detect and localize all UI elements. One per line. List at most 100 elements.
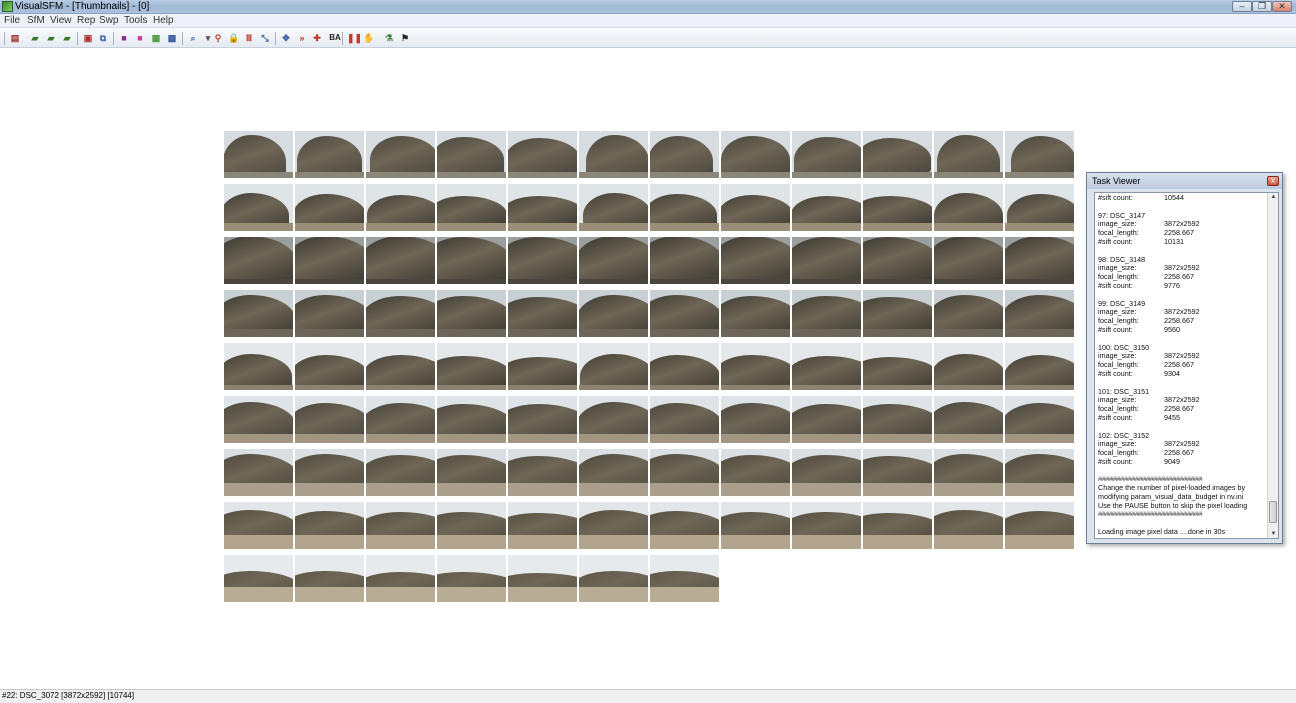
image-thumbnail[interactable]: [863, 184, 932, 231]
image-thumbnail[interactable]: [295, 290, 364, 337]
image-thumbnail[interactable]: [721, 131, 790, 178]
image-thumbnail[interactable]: [437, 184, 506, 231]
image-thumbnail[interactable]: [295, 396, 364, 443]
task-viewer-close-button[interactable]: x: [1267, 176, 1279, 186]
image-thumbnail[interactable]: [437, 502, 506, 549]
image-thumbnail[interactable]: [650, 131, 719, 178]
image-thumbnail[interactable]: [295, 131, 364, 178]
plus-icon[interactable]: ✚: [311, 32, 323, 44]
image-thumbnail[interactable]: [792, 131, 861, 178]
save-icon[interactable]: ▣: [82, 32, 94, 44]
image-thumbnail[interactable]: [366, 449, 435, 496]
image-thumbnail[interactable]: [508, 184, 577, 231]
image-thumbnail[interactable]: [224, 449, 293, 496]
image-thumbnail[interactable]: [579, 237, 648, 284]
image-thumbnail[interactable]: [224, 396, 293, 443]
image-thumbnail[interactable]: [579, 343, 648, 390]
image-thumbnail[interactable]: [295, 184, 364, 231]
image-thumbnail[interactable]: [934, 449, 1003, 496]
image-thumbnail[interactable]: [1005, 237, 1074, 284]
image-thumbnail[interactable]: [366, 131, 435, 178]
open-icon[interactable]: ▰: [29, 32, 41, 44]
image-thumbnail[interactable]: [650, 184, 719, 231]
pause-icon[interactable]: ❚❚: [347, 32, 362, 44]
dense-icon[interactable]: ⚑: [399, 32, 411, 44]
green-grid-icon[interactable]: ▦: [150, 32, 162, 44]
image-thumbnail[interactable]: [295, 555, 364, 602]
image-thumbnail[interactable]: [934, 131, 1003, 178]
image-thumbnail[interactable]: [792, 396, 861, 443]
arrow-right-icon[interactable]: »: [296, 32, 308, 44]
menu-help[interactable]: Help: [153, 15, 174, 26]
image-thumbnail[interactable]: [792, 290, 861, 337]
image-thumbnail[interactable]: [934, 343, 1003, 390]
task-viewer-titlebar[interactable]: Task Viewer x: [1087, 173, 1282, 189]
image-thumbnail[interactable]: [650, 290, 719, 337]
image-thumbnail[interactable]: [224, 131, 293, 178]
image-thumbnail[interactable]: [508, 449, 577, 496]
image-thumbnail[interactable]: [295, 449, 364, 496]
image-thumbnail[interactable]: [508, 131, 577, 178]
task-viewer-log[interactable]: #sift count: 10544 97: DSC_3147 image_size:…: [1094, 192, 1279, 539]
image-thumbnail[interactable]: [792, 502, 861, 549]
image-thumbnail[interactable]: [366, 237, 435, 284]
image-thumbnail[interactable]: [1005, 343, 1074, 390]
maximize-button[interactable]: ❐: [1252, 1, 1272, 12]
image-thumbnail[interactable]: [792, 184, 861, 231]
image-thumbnail[interactable]: [579, 131, 648, 178]
connect-icon[interactable]: ⚲: [212, 32, 224, 44]
image-thumbnail[interactable]: [650, 237, 719, 284]
image-thumbnail[interactable]: [863, 290, 932, 337]
menu-rep[interactable]: Rep: [77, 15, 95, 26]
menu-file[interactable]: File: [4, 15, 20, 26]
image-thumbnail[interactable]: [579, 290, 648, 337]
copy-icon[interactable]: ⧉: [97, 32, 109, 44]
run-icon[interactable]: ⚗: [383, 32, 395, 44]
image-thumbnail[interactable]: [934, 184, 1003, 231]
zoom-icon[interactable]: ⌕: [187, 32, 199, 44]
image-thumbnail[interactable]: [650, 343, 719, 390]
image-thumbnail[interactable]: [366, 502, 435, 549]
image-thumbnail[interactable]: [1005, 502, 1074, 549]
scrollbar-thumb[interactable]: [1269, 501, 1277, 523]
image-thumbnail[interactable]: [508, 555, 577, 602]
image-thumbnail[interactable]: [437, 449, 506, 496]
menu-swp[interactable]: Swp: [99, 15, 118, 26]
log-scrollbar[interactable]: ▲ ▼: [1267, 193, 1278, 538]
image-thumbnail[interactable]: [366, 396, 435, 443]
hand-icon[interactable]: ✋: [363, 32, 375, 44]
image-thumbnail[interactable]: [295, 502, 364, 549]
image-thumbnail[interactable]: [721, 290, 790, 337]
fit-icon[interactable]: ✥: [280, 32, 292, 44]
sfm-icon[interactable]: ⤡: [259, 32, 271, 44]
image-thumbnail[interactable]: [224, 343, 293, 390]
image-thumbnail[interactable]: [366, 555, 435, 602]
image-thumbnail[interactable]: [863, 237, 932, 284]
image-thumbnail[interactable]: [295, 343, 364, 390]
image-thumbnail[interactable]: [224, 502, 293, 549]
image-thumbnail[interactable]: [437, 555, 506, 602]
image-thumbnail[interactable]: [437, 343, 506, 390]
image-thumbnail[interactable]: [721, 396, 790, 443]
image-thumbnail[interactable]: [437, 290, 506, 337]
image-thumbnail[interactable]: [1005, 396, 1074, 443]
menu-sfm[interactable]: SfM: [27, 15, 45, 26]
image-thumbnail[interactable]: [934, 237, 1003, 284]
image-thumbnail[interactable]: [650, 502, 719, 549]
image-thumbnail[interactable]: [721, 343, 790, 390]
image-thumbnail[interactable]: [721, 184, 790, 231]
purple-cube-icon[interactable]: ■: [118, 32, 130, 44]
image-thumbnail[interactable]: [934, 502, 1003, 549]
image-thumbnail[interactable]: [437, 237, 506, 284]
image-thumbnail[interactable]: [792, 343, 861, 390]
image-thumbnail[interactable]: [437, 131, 506, 178]
image-thumbnail[interactable]: [863, 449, 932, 496]
image-thumbnail[interactable]: [579, 396, 648, 443]
image-thumbnail[interactable]: [1005, 184, 1074, 231]
image-thumbnail[interactable]: [792, 449, 861, 496]
image-thumbnail[interactable]: [224, 184, 293, 231]
image-thumbnail[interactable]: [1005, 131, 1074, 178]
image-thumbnail[interactable]: [1005, 290, 1074, 337]
scroll-down-arrow-icon[interactable]: ▼: [1270, 531, 1277, 537]
image-thumbnail[interactable]: [508, 396, 577, 443]
